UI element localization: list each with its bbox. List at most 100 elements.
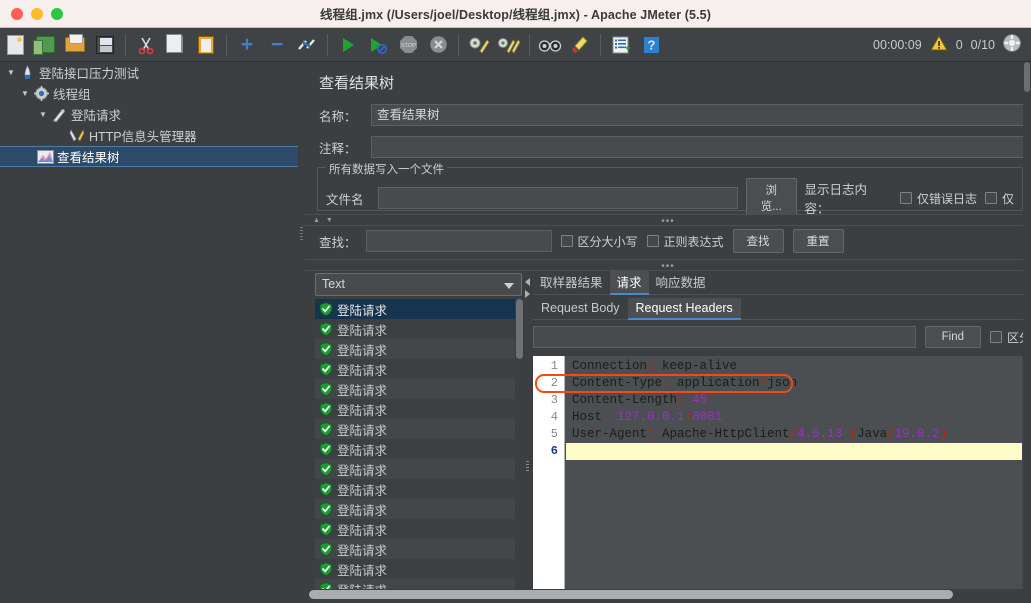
scrollbar-thumb[interactable] xyxy=(1024,62,1030,92)
tab-2[interactable]: 响应数据 xyxy=(649,270,713,294)
list-item[interactable]: 登陆请求 xyxy=(315,439,524,459)
reset-search-icon[interactable] xyxy=(567,32,593,58)
cut-icon[interactable] xyxy=(133,32,159,58)
detail-find-bar: Find 区分 xyxy=(533,320,1031,354)
toolbar-divider xyxy=(458,33,459,56)
stop-icon[interactable]: STOP xyxy=(395,32,421,58)
filename-input[interactable] xyxy=(377,187,738,209)
tab-1[interactable]: 请求 xyxy=(609,270,649,295)
list-item[interactable]: 登陆请求 xyxy=(315,399,524,419)
chevron-down-icon[interactable]: ▼ xyxy=(36,110,50,119)
list-item[interactable]: 登陆请求 xyxy=(315,379,524,399)
subtab-1[interactable]: Request Headers xyxy=(627,298,742,320)
list-item-label: 登陆请求 xyxy=(337,563,388,578)
code-punct: : xyxy=(602,410,610,424)
clear-all-icon[interactable] xyxy=(496,32,522,58)
chevron-down-icon[interactable]: ▼ xyxy=(18,89,32,98)
right-panel-scrollbar[interactable] xyxy=(1023,62,1031,603)
svg-text:STOP: STOP xyxy=(401,43,416,49)
list-item[interactable]: 登陆请求 xyxy=(315,519,524,539)
list-item-label: 登陆请求 xyxy=(337,303,388,318)
tree-node-thread-group[interactable]: ▼ 线程组 xyxy=(0,83,298,104)
open-icon[interactable] xyxy=(62,32,88,58)
paste-icon[interactable] xyxy=(193,32,219,58)
search-reset-button[interactable]: 重置 xyxy=(792,229,844,253)
search-input[interactable] xyxy=(365,230,552,252)
test-plan-tree[interactable]: ▼ 登陆接口压力测试 ▼ 线程组 ▼ 登陆请求 HTTP信息头管理器 查看结果树 xyxy=(0,62,298,603)
help-icon[interactable]: ? xyxy=(638,32,664,58)
clear-icon[interactable] xyxy=(466,32,492,58)
list-item[interactable]: 登陆请求 xyxy=(315,499,524,519)
list-item[interactable]: 登陆请求 xyxy=(315,359,524,379)
splitter-grip xyxy=(300,227,303,241)
results-splitter[interactable] xyxy=(524,273,532,603)
request-headers-viewer[interactable]: 123456 Connection: keep-alive Content-Typ… xyxy=(533,356,1031,592)
code-number: 8081 xyxy=(692,410,723,424)
tree-node-test-plan[interactable]: ▼ 登陆接口压力测试 xyxy=(0,62,298,83)
list-item[interactable]: 登陆请求 xyxy=(315,459,524,479)
list-item[interactable]: 登陆请求 xyxy=(315,559,524,579)
list-item[interactable]: 登陆请求 xyxy=(315,339,524,359)
checkbox-box[interactable] xyxy=(560,235,573,247)
collapse-right-arrow-icon[interactable] xyxy=(525,290,530,298)
tree-panel-splitter[interactable] xyxy=(298,62,305,603)
scrollbar-thumb[interactable] xyxy=(309,590,953,599)
list-item[interactable]: 登陆请求 xyxy=(315,319,524,339)
save-icon[interactable] xyxy=(92,32,118,58)
function-helper-icon[interactable] xyxy=(608,32,634,58)
checkbox-box[interactable] xyxy=(989,331,1002,343)
tree-node-http-request[interactable]: ▼ 登陆请求 xyxy=(0,104,298,125)
splitter-grip xyxy=(526,461,529,473)
start-no-timers-icon[interactable] xyxy=(365,32,391,58)
upper-splitter[interactable]: ▲ ▼ ••• xyxy=(305,214,1031,227)
renderer-select[interactable]: Text xyxy=(315,273,522,296)
warning-icon[interactable] xyxy=(929,34,948,54)
checkbox-box[interactable] xyxy=(984,192,997,204)
name-input[interactable]: 查看结果树 xyxy=(371,104,1025,126)
result-tabs[interactable]: 取样器结果 请求 响应数据 xyxy=(533,270,1031,295)
list-item[interactable]: 登陆请求 xyxy=(315,539,524,559)
tree-node-view-results-tree[interactable]: 查看结果树 xyxy=(0,146,298,167)
code-punct: / xyxy=(887,427,895,441)
errors-only-checkbox[interactable]: 仅错误日志 xyxy=(899,190,977,207)
search-icon[interactable] xyxy=(537,32,563,58)
case-sensitive-checkbox[interactable]: 区分大小写 xyxy=(560,233,638,250)
copy-icon[interactable] xyxy=(163,32,189,58)
bottom-horizontal-scrollbar[interactable] xyxy=(305,589,1023,600)
chevron-down-icon[interactable]: ▼ xyxy=(4,68,18,77)
sample-result-list[interactable]: 登陆请求 登陆请求 登陆请求 登陆请求 登陆请求 登陆请求 登陆请求 登陆请求 登陆请求 登陆请求… xyxy=(315,299,524,603)
success-shield-icon xyxy=(319,522,333,536)
shutdown-icon[interactable] xyxy=(425,32,451,58)
collapse-left-arrow-icon[interactable] xyxy=(525,278,530,286)
tab-0[interactable]: 取样器结果 xyxy=(533,270,610,294)
splitter-arrows[interactable]: ▲ ▼ xyxy=(313,217,335,224)
comment-input[interactable] xyxy=(371,136,1025,158)
code-content[interactable]: Connection: keep-alive Content-Type: appl… xyxy=(566,356,1031,592)
tree-node-header-manager[interactable]: HTTP信息头管理器 xyxy=(0,125,298,146)
scrollbar-thumb[interactable] xyxy=(516,299,523,359)
detail-find-button[interactable]: Find xyxy=(924,326,981,348)
success-only-checkbox[interactable]: 仅 xyxy=(984,190,1014,207)
expand-icon[interactable]: + xyxy=(234,32,260,58)
collapse-icon[interactable]: − xyxy=(264,32,290,58)
elapsed-timer: 00:00:09 xyxy=(873,37,922,52)
success-shield-icon xyxy=(319,502,333,516)
new-icon[interactable] xyxy=(2,32,28,58)
toggle-icon[interactable] xyxy=(294,32,320,58)
browse-button[interactable]: 浏览... xyxy=(745,178,797,218)
regex-checkbox[interactable]: 正则表达式 xyxy=(646,233,724,250)
chevron-down-icon[interactable] xyxy=(504,283,514,289)
list-item[interactable]: 登陆请求 xyxy=(315,299,524,319)
list-item[interactable]: 登陆请求 xyxy=(315,479,524,499)
start-icon[interactable] xyxy=(335,32,361,58)
list-item[interactable]: 登陆请求 xyxy=(315,419,524,439)
filename-label: 文件名 xyxy=(326,192,364,207)
subtab-0[interactable]: Request Body xyxy=(533,298,628,319)
checkbox-box[interactable] xyxy=(646,235,659,247)
results-list-scrollbar[interactable] xyxy=(515,299,524,603)
detail-find-input[interactable] xyxy=(533,326,916,348)
templates-icon[interactable] xyxy=(32,32,58,58)
request-subtabs[interactable]: Request Body Request Headers xyxy=(533,297,1031,320)
search-find-button[interactable]: 查找 xyxy=(732,229,784,253)
checkbox-box[interactable] xyxy=(899,192,912,204)
